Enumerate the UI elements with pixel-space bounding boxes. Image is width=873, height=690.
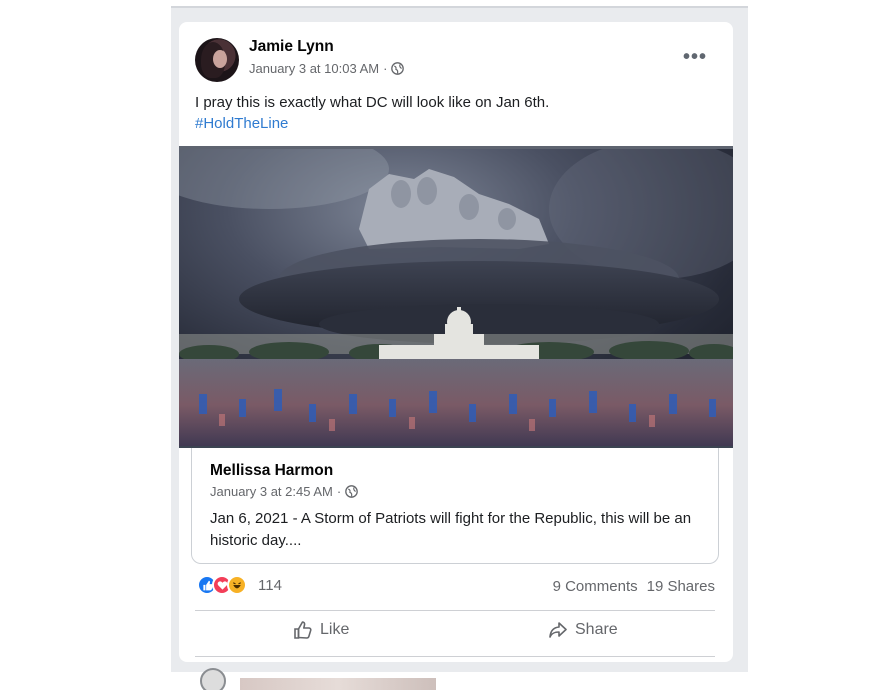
comments-count[interactable]: 9 Comments xyxy=(553,578,638,595)
shared-text: Jan 6, 2021 - A Storm of Patriots will f… xyxy=(210,510,692,549)
globe-icon xyxy=(345,485,359,498)
share-button[interactable]: Share xyxy=(548,620,618,640)
more-options-icon[interactable]: ••• xyxy=(683,46,707,69)
actions-bottom-divider xyxy=(195,656,715,657)
share-label: Share xyxy=(575,621,618,638)
globe-icon xyxy=(391,62,405,75)
hashtag-link[interactable]: #HoldTheLine xyxy=(195,113,715,134)
post-image[interactable] xyxy=(179,146,733,448)
reaction-summary[interactable]: 114 xyxy=(197,575,282,595)
shared-author-name[interactable]: Mellissa Harmon xyxy=(210,462,333,480)
author-name[interactable]: Jamie Lynn xyxy=(249,38,334,56)
reaction-count: 114 xyxy=(258,576,282,594)
haha-reaction-icon xyxy=(227,575,247,595)
post-body: I pray this is exactly what DC will look… xyxy=(195,94,550,111)
post-timestamp[interactable]: January 3 at 10:03 AM xyxy=(249,61,379,76)
post-text: I pray this is exactly what DC will look… xyxy=(195,92,715,134)
feed-top-divider xyxy=(171,6,748,8)
engagement-counts: 9 Comments 19 Shares xyxy=(553,578,715,595)
actions-top-divider xyxy=(195,610,715,611)
shared-post[interactable]: Mellissa Harmon January 3 at 2:45 AM · J… xyxy=(191,448,719,564)
next-post-avatar[interactable] xyxy=(200,668,226,690)
shares-count[interactable]: 19 Shares xyxy=(647,578,715,595)
like-button[interactable]: Like xyxy=(293,620,349,640)
share-arrow-icon xyxy=(549,622,567,638)
avatar-face xyxy=(213,50,227,68)
post-card: Jamie Lynn January 3 at 10:03 AM · ••• I… xyxy=(179,22,733,662)
next-post-image[interactable] xyxy=(240,678,436,690)
post-meta: January 3 at 10:03 AM · xyxy=(249,61,405,76)
storm-capitol-image xyxy=(179,149,733,446)
shared-timestamp[interactable]: January 3 at 2:45 AM xyxy=(210,484,333,499)
shared-meta-separator: · xyxy=(336,484,342,499)
like-label: Like xyxy=(320,621,350,638)
shared-meta: January 3 at 2:45 AM · xyxy=(210,484,359,499)
author-avatar[interactable] xyxy=(195,38,239,82)
thumbs-up-icon xyxy=(294,621,312,639)
meta-separator: · xyxy=(383,61,388,76)
